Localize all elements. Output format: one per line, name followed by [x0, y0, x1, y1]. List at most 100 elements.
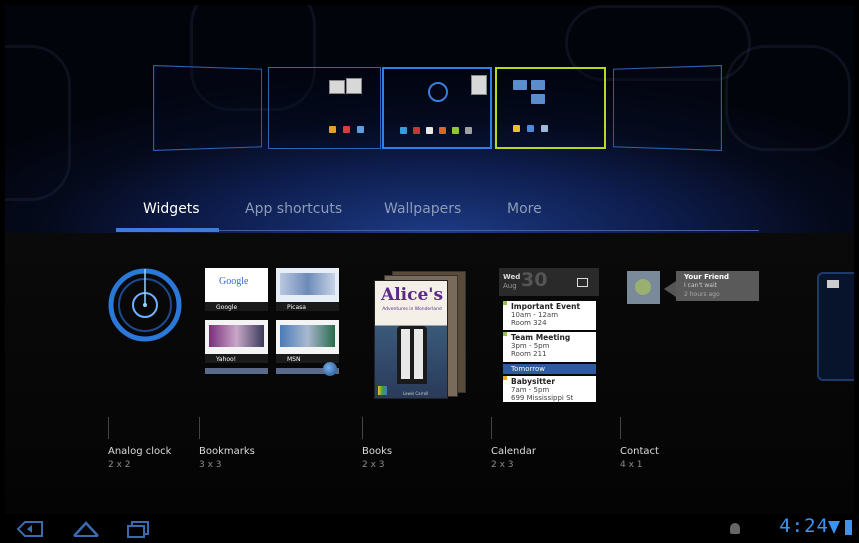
- app-icon: [329, 126, 336, 133]
- app-icon: [452, 127, 459, 134]
- event-place: Room 211: [511, 350, 547, 358]
- widget-label-contact: Contact: [620, 446, 659, 457]
- book-footer: Lewis Carroll: [403, 391, 429, 396]
- home-icon: [73, 520, 99, 537]
- tab-widgets[interactable]: Widgets: [143, 201, 200, 217]
- clock-widget-icon: [428, 82, 448, 102]
- app-icon: [465, 127, 472, 134]
- bookmark-title: Google: [216, 304, 238, 311]
- event-title: Babysitter: [511, 377, 556, 386]
- event-time: 7am - 5pm: [511, 386, 550, 394]
- app-icon: [357, 126, 364, 133]
- tab-more[interactable]: More: [507, 201, 542, 217]
- status-clock[interactable]: 4:24: [779, 515, 829, 537]
- event-place: Room 324: [511, 319, 547, 327]
- bookmark-tile: Picasa: [276, 268, 339, 311]
- widget-size-calendar: 2 x 3: [491, 460, 514, 470]
- home-panel-3[interactable]: [382, 67, 492, 149]
- bookmark-title: MSN: [287, 356, 301, 363]
- bookmark-title: Yahoo!: [216, 356, 237, 363]
- widget-label-bookmarks: Bookmarks: [199, 446, 255, 457]
- app-icon: [541, 125, 548, 132]
- wifi-icon: [828, 521, 840, 534]
- event-title: Team Meeting: [511, 333, 571, 342]
- widget-thumb: [531, 80, 545, 90]
- book-widget-thumb: [471, 75, 487, 95]
- books-widget[interactable]: Alice's Adventures in Wonderland Lewis C…: [370, 271, 466, 399]
- widget-divider: [199, 417, 200, 439]
- app-icon: [343, 126, 350, 133]
- event-time: 10am - 12am: [511, 311, 559, 319]
- widget-thumb: [513, 80, 527, 90]
- contact-avatar: [627, 271, 660, 304]
- photo-widget-thumb: [329, 80, 345, 94]
- event-color-dot: [503, 332, 507, 336]
- google-logo: Google: [219, 276, 249, 287]
- event-place: 699 Mississippi St: [511, 394, 574, 402]
- widget-label-calendar: Calendar: [491, 446, 536, 457]
- widget-size-contact: 4 x 1: [620, 460, 643, 470]
- contact-name: Your Friend: [684, 273, 730, 281]
- recent-apps-button[interactable]: [120, 514, 156, 543]
- notification-android-icon[interactable]: [730, 523, 740, 534]
- recent-apps-icon: [127, 520, 149, 538]
- background-decoration: [5, 45, 71, 201]
- bookmark-tile: MSN: [276, 320, 339, 363]
- calendar-add-icon: [577, 278, 588, 287]
- back-button[interactable]: [12, 514, 48, 543]
- contact-widget[interactable]: Your Friend I can't wait 2 hours ago: [627, 271, 762, 307]
- tab-wallpapers[interactable]: Wallpapers: [384, 201, 461, 217]
- widget-label-books: Books: [362, 446, 393, 457]
- widget-thumb: [531, 94, 545, 104]
- calendar-divider: Tomorrow: [503, 364, 596, 374]
- home-button[interactable]: [66, 514, 106, 543]
- back-icon: [16, 520, 43, 537]
- event-color-dot: [503, 301, 507, 305]
- book-subtitle: Adventures in Wonderland: [382, 307, 442, 312]
- widget-size-bookmarks: 3 x 3: [199, 460, 222, 470]
- bookmark-tile: Google Google: [205, 268, 268, 311]
- widget-divider: [362, 417, 363, 439]
- widget-label-analog-clock: Analog clock: [108, 446, 172, 457]
- calendar-event: Important Event 10am - 12am Room 324: [503, 301, 596, 330]
- system-bar: [0, 514, 859, 543]
- background-decoration: [725, 45, 851, 151]
- bookmark-tile: Yahoo!: [205, 320, 268, 363]
- book-cover: Alice's Adventures in Wonderland Lewis C…: [374, 280, 448, 399]
- event-title: Important Event: [511, 302, 581, 311]
- next-widget-preview[interactable]: [817, 272, 854, 381]
- app-icon: [439, 127, 446, 134]
- home-panel-4[interactable]: [495, 67, 606, 149]
- app-icon: [426, 127, 433, 134]
- bookmarks-widget[interactable]: Google Google Picasa Yahoo! MSN: [205, 268, 339, 376]
- widget-divider: [108, 417, 109, 439]
- tab-active-indicator: [116, 228, 219, 232]
- bookmark-title: Picasa: [287, 304, 306, 311]
- book-title: Alice's: [381, 285, 444, 305]
- analog-clock-icon: [108, 268, 182, 342]
- widget-divider: [491, 417, 492, 439]
- home-panel-5[interactable]: [613, 65, 722, 151]
- calendar-event: Babysitter 7am - 5pm 699 Mississippi St: [503, 376, 596, 402]
- widget-divider: [620, 417, 621, 439]
- app-icon: [527, 125, 534, 132]
- widget-size-analog-clock: 2 x 2: [108, 460, 131, 470]
- home-panel-1[interactable]: [153, 65, 262, 151]
- app-icon: [513, 125, 520, 132]
- contact-status: I can't wait: [684, 282, 717, 289]
- app-icon: [413, 127, 420, 134]
- globe-icon: [323, 362, 337, 376]
- battery-icon: [845, 520, 852, 535]
- calendar-event: Team Meeting 3pm - 5pm Room 211: [503, 332, 596, 362]
- event-time: 3pm - 5pm: [511, 342, 550, 350]
- books-app-icon: [378, 386, 387, 395]
- widget-size-books: 2 x 3: [362, 460, 385, 470]
- tab-app-shortcuts[interactable]: App shortcuts: [245, 201, 342, 217]
- analog-clock-widget[interactable]: [105, 265, 185, 345]
- event-color-dot: [503, 376, 507, 380]
- calendar-month: Aug: [503, 282, 517, 290]
- calendar-date: 30: [521, 269, 548, 291]
- screen: Widgets App shortcuts Wallpapers More Go…: [5, 5, 854, 514]
- app-icon: [400, 127, 407, 134]
- home-panel-2[interactable]: [268, 67, 381, 149]
